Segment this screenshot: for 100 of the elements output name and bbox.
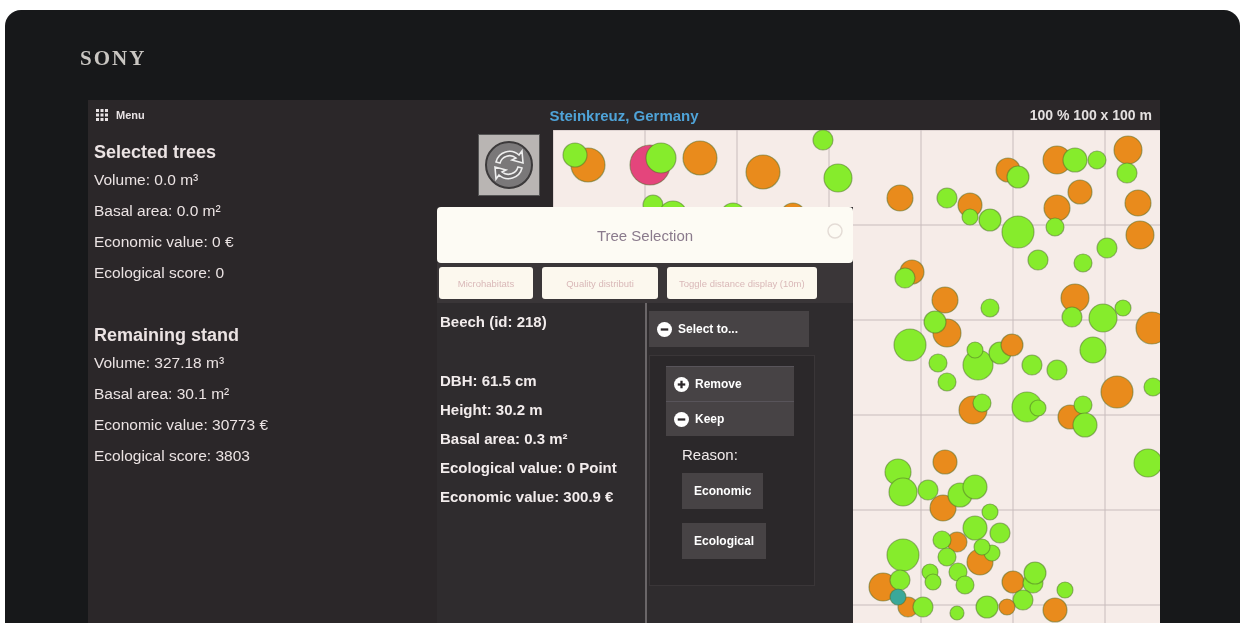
- tree-marker[interactable]: [886, 184, 914, 212]
- tree-marker[interactable]: [923, 310, 947, 334]
- tree-marker[interactable]: [981, 503, 999, 521]
- option-header[interactable]: Keep: [666, 401, 794, 436]
- tree-marker[interactable]: [745, 154, 781, 190]
- tree-marker[interactable]: [966, 341, 984, 359]
- tree-marker[interactable]: [1060, 283, 1090, 313]
- tree-marker[interactable]: [937, 547, 957, 567]
- option-header[interactable]: Remove: [666, 366, 794, 401]
- stat-text: Economic value: 30773 €: [94, 416, 269, 435]
- tree-marker[interactable]: [1133, 448, 1160, 478]
- tree-marker[interactable]: [1087, 150, 1107, 170]
- tree-marker[interactable]: [562, 142, 588, 168]
- tree-marker[interactable]: [1114, 299, 1132, 317]
- tree-marker[interactable]: [932, 530, 952, 550]
- tree-marker[interactable]: [1113, 135, 1143, 165]
- tree-marker[interactable]: [980, 298, 1000, 318]
- tree-marker[interactable]: [1079, 336, 1107, 364]
- collapse-icon: [657, 321, 672, 337]
- tree-marker[interactable]: [932, 449, 958, 475]
- tree-marker[interactable]: [823, 163, 853, 193]
- tree-marker[interactable]: [924, 573, 942, 591]
- tree-marker[interactable]: [682, 140, 718, 176]
- tree-marker[interactable]: [998, 598, 1016, 616]
- tree-marker[interactable]: [889, 588, 907, 606]
- tree-marker[interactable]: [949, 605, 965, 621]
- tree-marker[interactable]: [1012, 589, 1034, 611]
- section-heading: Selected trees: [94, 142, 218, 163]
- tree-marker[interactable]: [1125, 220, 1155, 250]
- tree-marker[interactable]: [812, 130, 834, 151]
- stat-text: Economic value: 0 €: [94, 233, 234, 252]
- tree-marker[interactable]: [1061, 306, 1083, 328]
- tree-marker[interactable]: [1006, 165, 1030, 189]
- tree-marker[interactable]: [886, 538, 920, 572]
- tree-marker[interactable]: [645, 142, 677, 174]
- reason-button[interactable]: Ecological: [682, 523, 767, 559]
- refresh-icon: [484, 140, 534, 190]
- tree-marker[interactable]: [972, 393, 992, 413]
- tree-marker[interactable]: [1062, 147, 1088, 173]
- tree-marker[interactable]: [1073, 395, 1093, 415]
- tree-marker[interactable]: [1116, 162, 1138, 184]
- tree-marker[interactable]: [975, 595, 999, 619]
- tree-marker[interactable]: [1135, 311, 1160, 345]
- tree-marker[interactable]: [1001, 570, 1025, 594]
- reason-button[interactable]: Economic: [682, 473, 764, 509]
- tree-marker[interactable]: [1043, 194, 1071, 222]
- select-to-header[interactable]: Select to...: [649, 311, 809, 347]
- tree-marker[interactable]: [962, 515, 988, 541]
- brand-logo: SONY: [80, 46, 147, 70]
- menu-button[interactable]: Menu: [96, 109, 145, 121]
- tree-marker[interactable]: [1056, 581, 1074, 599]
- tree-marker[interactable]: [888, 477, 918, 507]
- tree-marker[interactable]: [961, 208, 979, 226]
- stat-text: Volume: 327.18 m³: [94, 354, 225, 373]
- tree-marker[interactable]: [931, 286, 959, 314]
- tree-marker[interactable]: [1029, 399, 1047, 417]
- tree-marker[interactable]: [936, 187, 958, 209]
- detail-text: DBH: 61.5 cm: [440, 372, 538, 391]
- tree-marker[interactable]: [1096, 237, 1118, 259]
- reason-label: Reason:: [682, 446, 739, 463]
- dialog-title: Tree Selection: [596, 226, 694, 244]
- tree-marker[interactable]: [1072, 412, 1098, 438]
- tree-marker[interactable]: [1073, 253, 1093, 273]
- menu-icon: [96, 109, 108, 121]
- tree-marker[interactable]: [978, 208, 1002, 232]
- tree-marker[interactable]: [917, 479, 939, 501]
- tree-marker[interactable]: [989, 522, 1011, 544]
- tree-marker[interactable]: [889, 569, 911, 591]
- location-title: Steinkreuz, Germany: [549, 106, 699, 124]
- tree-marker[interactable]: [1001, 215, 1035, 249]
- tree-marker[interactable]: [1045, 217, 1065, 237]
- tree-marker[interactable]: [1000, 333, 1024, 357]
- detail-text: Economic value: 300.9 €: [440, 488, 615, 507]
- tree-marker[interactable]: [912, 596, 934, 618]
- stat-text: Ecological score: 3803: [94, 447, 250, 466]
- tree-marker[interactable]: [955, 575, 975, 595]
- tree-marker[interactable]: [894, 267, 916, 289]
- refresh-button[interactable]: [478, 134, 540, 196]
- tree-marker[interactable]: [1143, 377, 1160, 397]
- tree-marker[interactable]: [928, 353, 948, 373]
- detail-text: Height: 30.2 m: [440, 401, 544, 420]
- detail-text: Basal area: 0.3 m²: [440, 430, 569, 449]
- collapse-icon: [674, 411, 689, 427]
- tree-marker[interactable]: [1100, 375, 1134, 409]
- tree-marker[interactable]: [962, 474, 988, 500]
- tree-marker[interactable]: [1023, 561, 1047, 585]
- tree-marker[interactable]: [929, 494, 957, 522]
- tree-marker[interactable]: [1124, 189, 1152, 217]
- tree-marker[interactable]: [893, 328, 927, 362]
- tree-marker[interactable]: [1046, 359, 1068, 381]
- stat-text: Basal area: 30.1 m²: [94, 385, 230, 404]
- tree-marker[interactable]: [1088, 303, 1118, 333]
- tree-marker[interactable]: [1021, 354, 1043, 376]
- stat-text: Basal area: 0.0 m²: [94, 202, 221, 221]
- stat-text: Ecological score: 0: [94, 264, 225, 283]
- tree-marker[interactable]: [937, 372, 957, 392]
- tree-marker[interactable]: [973, 538, 991, 556]
- tree-marker[interactable]: [1042, 597, 1068, 623]
- tree-marker[interactable]: [1027, 249, 1049, 271]
- tree-marker[interactable]: [1067, 179, 1093, 205]
